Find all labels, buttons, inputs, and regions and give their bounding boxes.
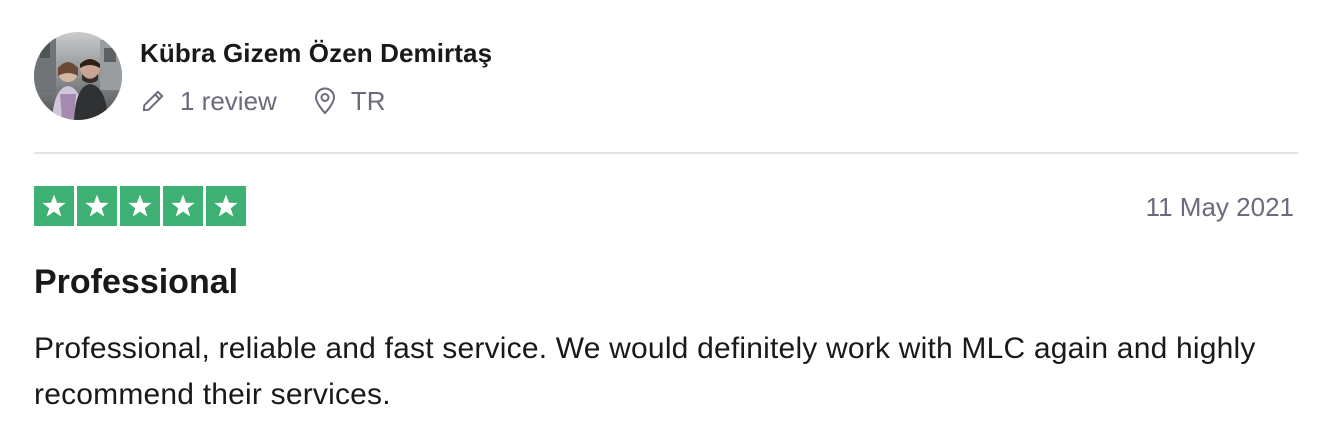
star-rating [34, 186, 246, 226]
reviewer-info: Kübra Gizem Özen Demirtaş 1 review TR [140, 32, 492, 116]
location-label: TR [350, 86, 386, 116]
divider [34, 152, 1298, 154]
star-icon [120, 186, 160, 226]
review-title[interactable]: Professional [34, 262, 238, 302]
review-count-label: 1 review [180, 86, 277, 116]
avatar[interactable] [34, 32, 122, 120]
reviewer-location: TR [313, 86, 386, 116]
review-count[interactable]: 1 review [140, 86, 277, 116]
star-icon [206, 186, 246, 226]
star-icon [34, 186, 74, 226]
star-icon [77, 186, 117, 226]
review-card: Kübra Gizem Özen Demirtaş 1 review TR 11… [0, 0, 1340, 442]
location-pin-icon [313, 87, 337, 115]
review-body: Professional, reliable and fast service.… [34, 332, 1256, 411]
reviewer-header: Kübra Gizem Özen Demirtaş 1 review TR [34, 32, 492, 120]
pencil-icon [140, 88, 166, 114]
star-icon [163, 186, 203, 226]
reviewer-name[interactable]: Kübra Gizem Özen Demirtaş [140, 38, 492, 68]
review-date: 11 May 2021 [1145, 192, 1294, 222]
reviewer-meta: 1 review TR [140, 86, 492, 116]
